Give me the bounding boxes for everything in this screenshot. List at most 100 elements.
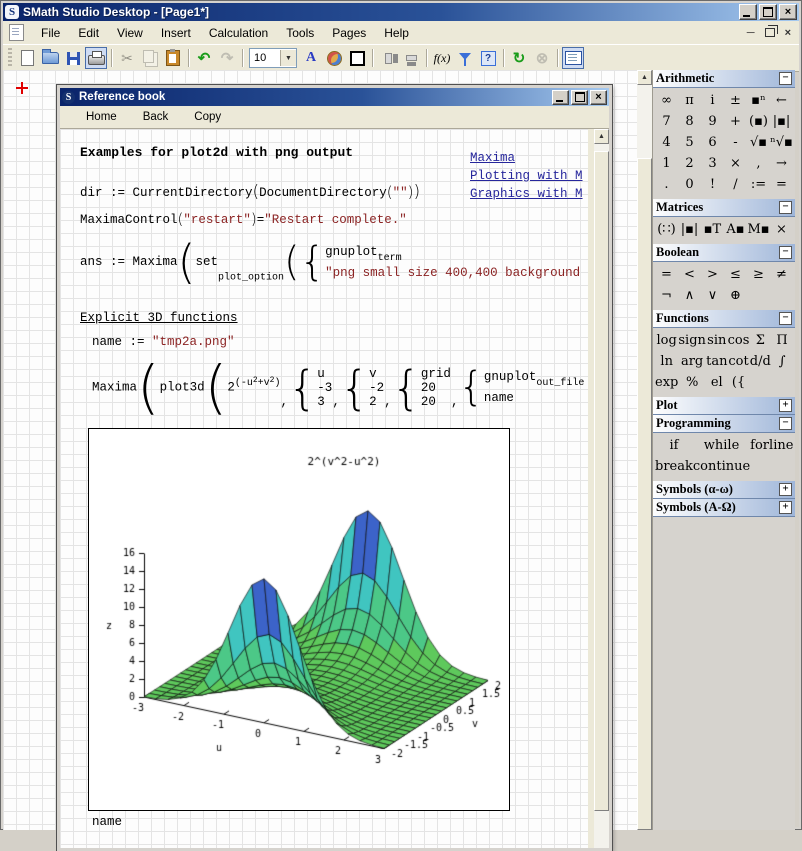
symbol-29[interactable]: = [770,174,793,195]
mdi-close-icon[interactable]: × [785,27,791,39]
expand-icon[interactable]: + [779,501,792,514]
symbol-6[interactable]: 7 [655,111,678,132]
symbol-8[interactable]: 9 [701,111,724,132]
dropdown-arrow-icon[interactable]: ▼ [280,50,296,66]
math-plot3d[interactable]: Maxima(plot3d(2(-u2+v2),{u-33,{v-22,{gri… [92,361,584,414]
symbol-4[interactable]: Σ [749,330,771,351]
refbook-nav-0[interactable]: Home [86,111,117,123]
collapse-icon[interactable]: − [779,312,792,325]
maximize-button[interactable] [759,4,777,20]
minimize-button[interactable] [739,4,757,20]
align-vertical-button[interactable] [400,47,422,69]
symbol-5[interactable]: Π [771,330,793,351]
symbol-1[interactable]: while [693,435,750,456]
symbol-2[interactable]: sin [706,330,728,351]
math-ans[interactable]: ans := Maxima(setplot_option({gnuplotter… [80,241,580,283]
border-button[interactable] [346,47,368,69]
refbook-minimize-button[interactable] [552,90,569,105]
background-color-button[interactable] [323,47,345,69]
help-button[interactable]: ? [477,47,499,69]
symbol-16[interactable]: √▪ [747,132,770,153]
symbol-12[interactable]: exp [655,372,678,393]
symbol-4[interactable]: M▪ [747,219,770,240]
symbol-5[interactable]: ⨯ [770,219,793,240]
menu-item-0[interactable]: File [32,23,69,43]
math-dir[interactable]: dir := CurrentDirectory(DocumentDirector… [80,185,420,201]
symbol-1[interactable]: |▪| [678,219,701,240]
symbol-5[interactable]: continue [693,456,750,477]
symbol-3[interactable]: A▪ [724,219,747,240]
mdi-restore-icon[interactable] [765,28,775,37]
close-button[interactable]: × [779,4,797,20]
symbol-9[interactable]: cot [728,351,750,372]
symbol-1[interactable]: < [678,264,701,285]
font-color-button[interactable]: A [300,47,322,69]
paste-button[interactable] [162,47,184,69]
symbol-6[interactable]: ln [655,351,678,372]
worksheet-scrollbar[interactable]: ▲ [637,70,652,830]
symbol-17[interactable]: ⁿ√▪ [770,132,793,153]
scrollbar-thumb[interactable] [594,151,609,811]
function-button[interactable]: f(x) [431,47,453,69]
symbol-0[interactable]: = [655,264,678,285]
symbol-4[interactable]: break [655,456,693,477]
symbol-9[interactable]: ⊕ [724,285,747,306]
symbol-7[interactable]: arg [678,351,706,372]
symbol-13[interactable]: 5 [678,132,701,153]
refbook-nav-1[interactable]: Back [143,111,169,123]
math-tail-name[interactable]: name [92,815,122,829]
new-button[interactable] [16,47,38,69]
symbol-14[interactable]: el [706,372,728,393]
symbol-3[interactable]: cos [728,330,750,351]
refbook-scrollbar[interactable]: ▲ [594,129,609,848]
symbol-15[interactable]: - [724,132,747,153]
mdi-minimize-icon[interactable]: ─ [747,27,755,39]
collapse-icon[interactable]: − [779,246,792,259]
symbol-7[interactable]: ∧ [678,285,701,306]
symbol-0[interactable]: (∷) [655,219,678,240]
cut-button[interactable]: ✂ [116,47,138,69]
symbol-19[interactable]: 2 [678,153,701,174]
symbol-2[interactable]: for [750,435,769,456]
symbol-7[interactable]: 8 [678,111,701,132]
refbook-maximize-button[interactable] [571,90,588,105]
symbol-4[interactable]: ▪ⁿ [747,90,770,111]
symbol-24[interactable]: . [655,174,678,195]
recalculate-button[interactable]: ↻ [508,47,530,69]
refbook-titlebar[interactable]: S Reference book × [60,88,609,106]
symbol-12[interactable]: 4 [655,132,678,153]
symbol-1[interactable]: sign [678,330,706,351]
symbol-3[interactable]: ± [724,90,747,111]
menu-item-2[interactable]: View [108,23,152,43]
math-name-def[interactable]: name := "tmp2a.png" [92,335,235,349]
print-button[interactable] [85,47,107,69]
show-panels-button[interactable] [562,47,584,69]
symbol-26[interactable]: ! [701,174,724,195]
symbol-28[interactable]: := [747,174,770,195]
symbol-20[interactable]: 3 [701,153,724,174]
collapse-icon[interactable]: − [779,72,792,85]
symbol-10[interactable]: (▪) [747,111,770,132]
align-horizontal-button[interactable] [377,47,399,69]
symbol-22[interactable]: , [747,153,770,174]
symbol-5[interactable]: ← [770,90,793,111]
font-size-select[interactable]: 10 ▼ [249,48,297,68]
symbol-21[interactable]: × [724,153,747,174]
link-maxima[interactable]: Maxima [470,151,588,165]
main-titlebar[interactable]: S SMath Studio Desktop - [Page1*] × [3,3,799,21]
symbol-10[interactable]: d/d [749,351,771,372]
symbol-3[interactable]: line [769,435,793,456]
symbol-0[interactable]: ∞ [655,90,678,111]
symbol-25[interactable]: 0 [678,174,701,195]
refbook-nav-2[interactable]: Copy [194,111,221,123]
filter-button[interactable] [454,47,476,69]
symbol-23[interactable]: → [770,153,793,174]
collapse-icon[interactable]: − [779,417,792,430]
symbol-0[interactable]: log [655,330,678,351]
menu-item-3[interactable]: Insert [152,23,200,43]
symbol-8[interactable]: ∨ [701,285,724,306]
symbol-3[interactable]: ≤ [724,264,747,285]
symbol-11[interactable]: |▪| [770,111,793,132]
redo-button[interactable]: ↷ [216,47,238,69]
symbol-11[interactable]: ∫ [771,351,793,372]
